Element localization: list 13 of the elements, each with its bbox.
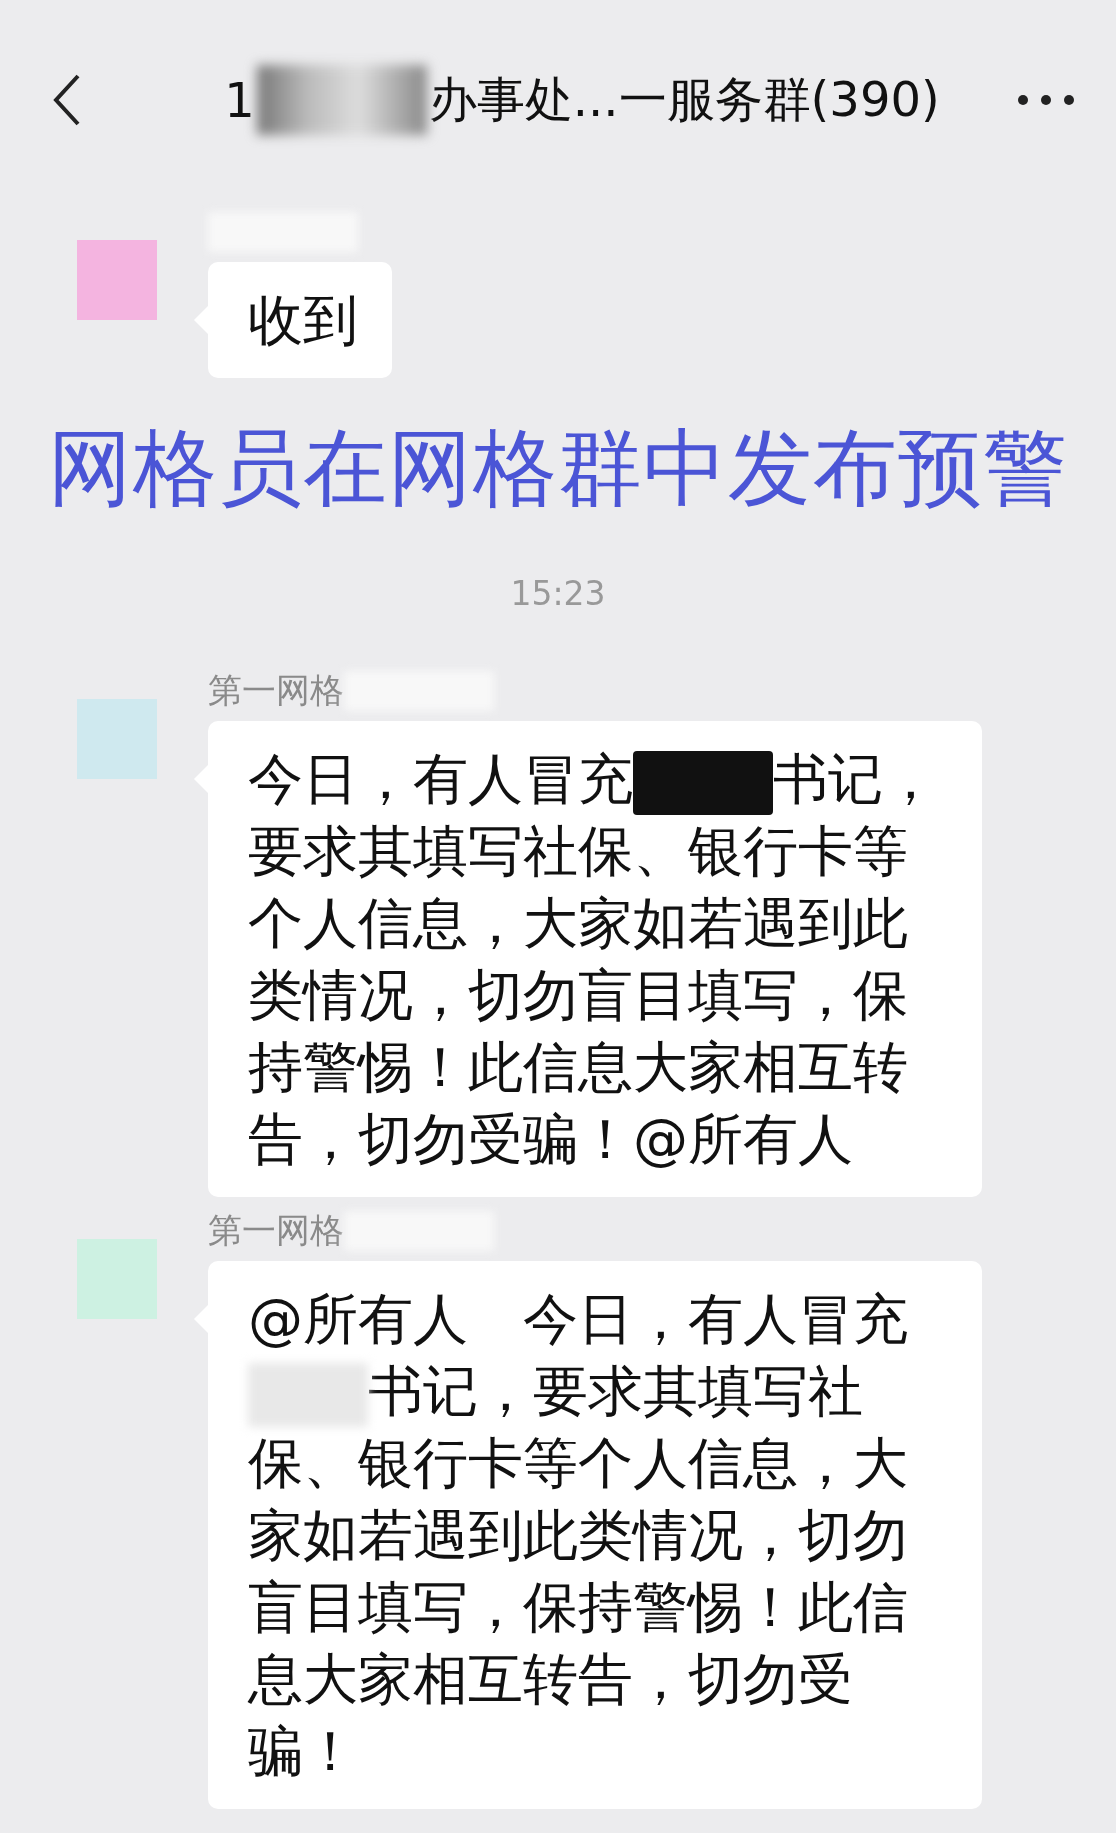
sender-name: 第一网格 [208,669,344,712]
chat-title: 1 [224,72,255,128]
more-icon[interactable] [1016,93,1076,107]
message-bubble: 今日，有人冒充 书记，要求其填写社保、银行卡等个人信息，大家如若遇到此类情况，切勿盲目填写，保持警惕！此信息大家相互转告，切勿受骗！@所有人 [208,721,982,1197]
avatar[interactable] [77,1239,157,1319]
message-bubble: @所有人 今日，有人冒充 书记，要求其填写社保、银行卡等个人信息，大家如若遇到此类情况，切勿盲目填写，保持警惕！此信息大家相互转告，切勿受骗！ [208,1261,982,1809]
headline-caption: 网格员在网格群中发布预警 [47,418,1069,519]
message-bubble: 收到 [208,262,392,378]
avatar[interactable] [77,240,157,320]
chat-title: 办事处...一服务群(390) [428,70,940,129]
timestamp: 15:23 [509,574,607,613]
sender-name: 第一网格 [208,1209,344,1252]
avatar[interactable] [77,699,157,779]
